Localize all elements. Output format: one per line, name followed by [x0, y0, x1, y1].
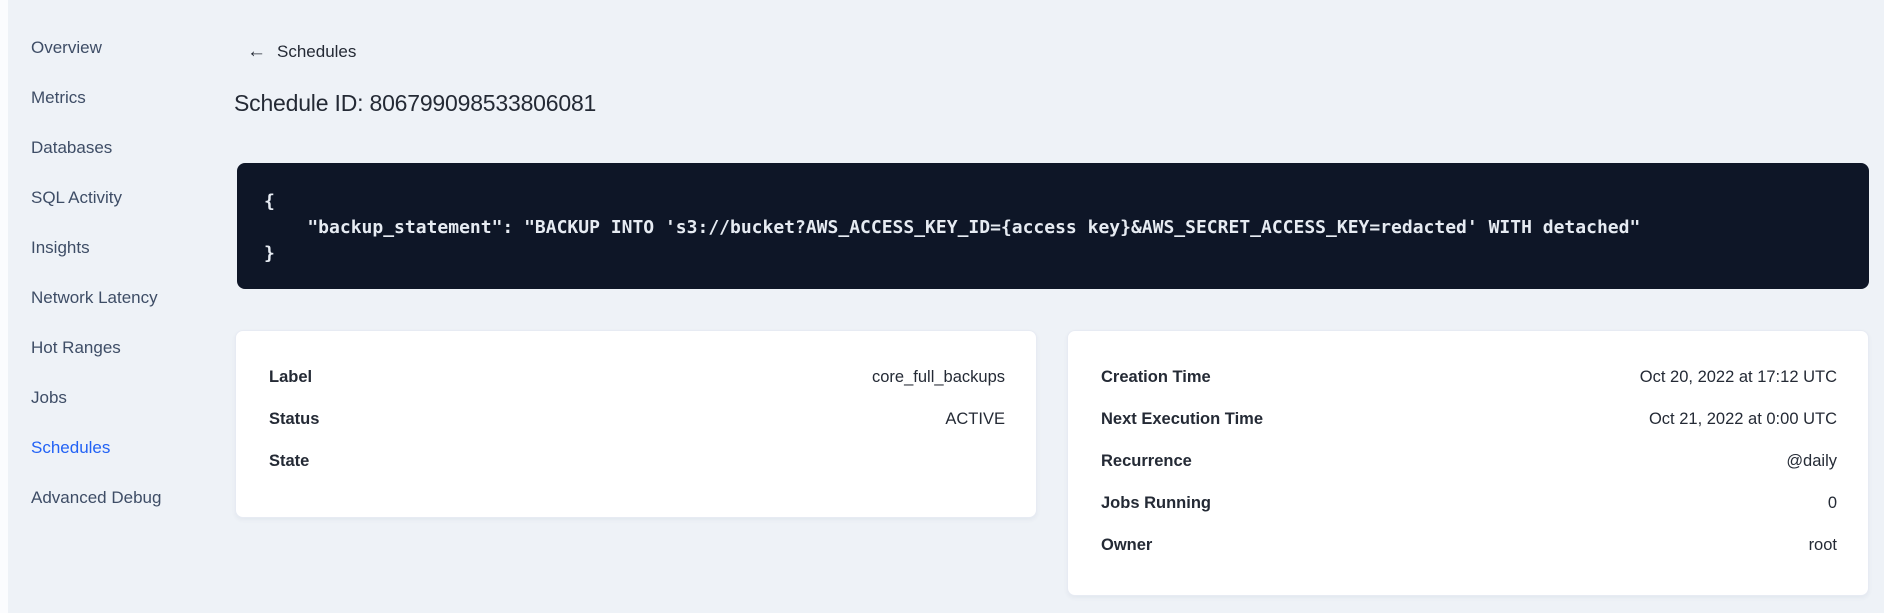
schedule-timing-card: Creation Time Oct 20, 2022 at 17:12 UTC …: [1067, 330, 1869, 596]
sidebar-item-schedules[interactable]: Schedules: [31, 423, 221, 473]
sidebar-item-label: Schedules: [31, 438, 111, 457]
detail-row: Owner root: [1101, 524, 1837, 566]
sidebar-item-label: SQL Activity: [31, 188, 123, 207]
detail-row-label: State: [269, 451, 310, 470]
sidebar-item-label: Advanced Debug: [31, 488, 162, 507]
back-link-schedules[interactable]: ← Schedules: [247, 42, 356, 62]
detail-row-label: Recurrence: [1101, 451, 1192, 470]
sidebar-item-metrics[interactable]: Metrics: [31, 73, 221, 123]
detail-row-label: Next Execution Time: [1101, 409, 1263, 428]
sidebar-item-databases[interactable]: Databases: [31, 123, 221, 173]
sidebar-item-hot-ranges[interactable]: Hot Ranges: [31, 323, 221, 373]
detail-row-value: core_full_backups: [872, 367, 1005, 386]
arrow-left-icon: ←: [247, 40, 266, 62]
left-scroll-strip: [0, 0, 8, 613]
sidebar-item-label: Metrics: [31, 88, 86, 107]
sidebar-item-overview[interactable]: Overview: [31, 23, 221, 73]
detail-row-label: Creation Time: [1101, 367, 1211, 386]
sidebar-item-label: Network Latency: [31, 288, 158, 307]
page-title: Schedule ID: 806799098533806081: [234, 90, 597, 116]
sidebar-item-jobs[interactable]: Jobs: [31, 373, 221, 423]
detail-row-value: @daily: [1786, 451, 1837, 470]
sidebar-item-insights[interactable]: Insights: [31, 223, 221, 273]
sidebar-item-sql-activity[interactable]: SQL Activity: [31, 173, 221, 223]
detail-row: Next Execution Time Oct 21, 2022 at 0:00…: [1101, 398, 1837, 440]
detail-row: Creation Time Oct 20, 2022 at 17:12 UTC: [1101, 356, 1837, 398]
detail-row-label: Owner: [1101, 535, 1153, 554]
detail-row-label: Status: [269, 409, 320, 428]
detail-row: State: [269, 440, 1005, 482]
detail-row-value: 0: [1827, 493, 1837, 512]
detail-row: Jobs Running 0: [1101, 482, 1837, 524]
detail-row-label: Label: [269, 367, 313, 386]
detail-row-label: Jobs Running: [1101, 493, 1211, 512]
back-link-label: Schedules: [277, 42, 357, 61]
sidebar-item-label: Databases: [31, 138, 113, 157]
sidebar-item-label: Insights: [31, 238, 90, 257]
sidebar-item-label: Hot Ranges: [31, 338, 121, 357]
sidebar-item-network-latency[interactable]: Network Latency: [31, 273, 221, 323]
schedule-details-card: Label core_full_backups Status ACTIVE St…: [235, 330, 1037, 518]
detail-row-value: Oct 20, 2022 at 17:12 UTC: [1639, 367, 1837, 386]
sidebar-item-label: Overview: [31, 38, 102, 57]
sidebar-item-label: Jobs: [31, 388, 67, 407]
detail-row-value: Oct 21, 2022 at 0:00 UTC: [1648, 409, 1837, 428]
detail-row-value: ACTIVE: [945, 409, 1005, 428]
detail-row: Recurrence @daily: [1101, 440, 1837, 482]
sidebar-item-advanced-debug[interactable]: Advanced Debug: [31, 473, 221, 523]
detail-row-value: root: [1808, 535, 1837, 554]
detail-row: Label core_full_backups: [269, 356, 1005, 398]
sidebar-nav: Overview Metrics Databases SQL Activity …: [31, 23, 221, 523]
schedule-definition-code: { "backup_statement": "BACKUP INTO 's3:/…: [237, 163, 1869, 289]
detail-row: Status ACTIVE: [269, 398, 1005, 440]
